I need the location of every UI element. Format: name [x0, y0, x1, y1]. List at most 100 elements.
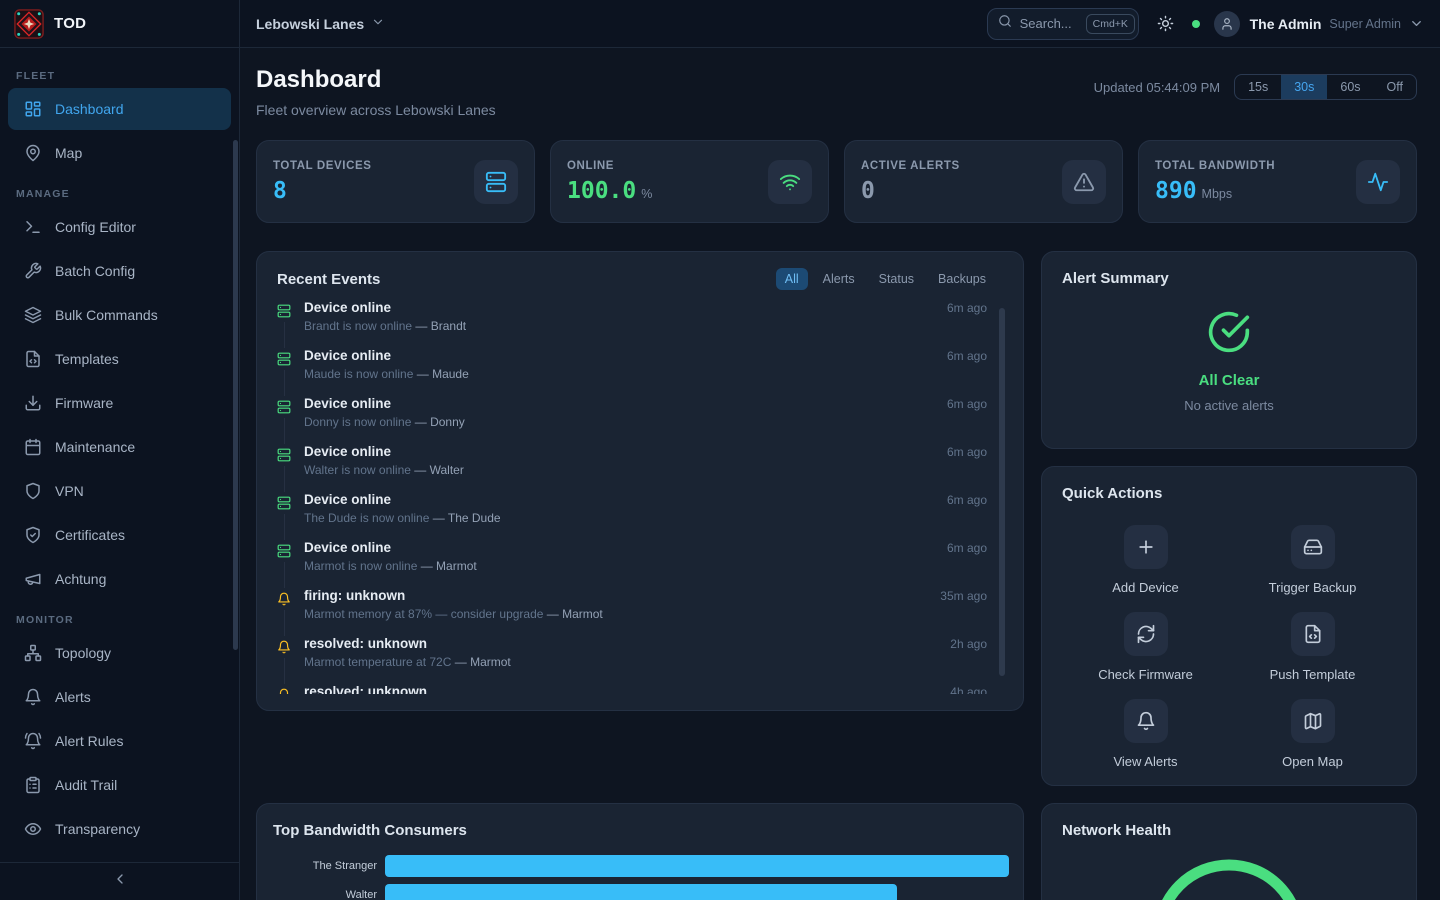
page-title: Dashboard [256, 66, 496, 94]
network-health-value: 100 [1151, 857, 1307, 900]
sidebar-item-label: Transparency [55, 821, 140, 837]
dashboard-icon [24, 100, 42, 118]
sidebar-item-label: Achtung [55, 571, 106, 587]
event-row: Device online 6m ago Brandt is now online … [277, 300, 987, 348]
event-filter-tabs: All Alerts Status Backups [776, 268, 995, 290]
event-description: Brandt is now online — Brandt [304, 319, 987, 333]
sidebar-item-topology[interactable]: Topology [8, 632, 231, 674]
activity-icon [1356, 160, 1400, 204]
sidebar-item-alert-rules[interactable]: Alert Rules [8, 720, 231, 762]
event-title: Device online [304, 540, 391, 555]
stat-label: ACTIVE ALERTS [861, 160, 1062, 172]
stat-value: 100.0 [567, 178, 636, 204]
quick-action-add-device: Add Device [1062, 525, 1229, 595]
event-tab-all[interactable]: All [776, 268, 808, 290]
check-firmware-button[interactable] [1124, 612, 1168, 656]
network-health-gauge: 100 [1151, 857, 1307, 900]
sidebar-item-bulk-commands[interactable]: Bulk Commands [8, 294, 231, 336]
updated-timestamp: Updated 05:44:09 PM [1094, 80, 1220, 95]
search-box[interactable]: Cmd+K [987, 8, 1139, 40]
download-icon [24, 394, 42, 412]
interval-button-15s[interactable]: 15s [1235, 75, 1281, 99]
avatar[interactable] [1214, 11, 1240, 37]
event-tab-alerts[interactable]: Alerts [814, 268, 864, 290]
events-scrollbar[interactable] [999, 308, 1005, 676]
open-map-button[interactable] [1291, 699, 1335, 743]
event-title: Device online [304, 300, 391, 315]
stat-label: ONLINE [567, 160, 768, 172]
sidebar-item-audit-trail[interactable]: Audit Trail [8, 764, 231, 806]
sidebar-item-label: Topology [55, 645, 111, 661]
interval-button-60s[interactable]: 60s [1327, 75, 1373, 99]
quick-actions-card: Quick Actions Add DeviceTrigger BackupCh… [1041, 466, 1417, 786]
event-time: 6m ago [947, 301, 987, 315]
event-title: resolved: unknown [304, 684, 427, 694]
sidebar-item-label: Bulk Commands [55, 307, 158, 323]
bandwidth-device-label: Walter [273, 889, 385, 900]
org-switcher[interactable]: Lebowski Lanes [256, 15, 385, 32]
map-icon [1303, 711, 1323, 731]
sidebar-item-map[interactable]: Map [8, 132, 231, 174]
theme-toggle-button[interactable] [1157, 15, 1174, 32]
event-time: 6m ago [947, 349, 987, 363]
sidebar: TOD FLEETDashboardMapMANAGEConfig Editor… [0, 0, 240, 900]
bell-icon [24, 688, 42, 706]
search-icon [998, 14, 1012, 33]
sidebar-scrollbar[interactable] [233, 140, 238, 650]
add-device-button[interactable] [1124, 525, 1168, 569]
server-icon [277, 396, 291, 418]
sidebar-header: TOD [0, 0, 239, 48]
event-tab-backups[interactable]: Backups [929, 268, 995, 290]
sidebar-item-maintenance[interactable]: Maintenance [8, 426, 231, 468]
trigger-backup-button[interactable] [1291, 525, 1335, 569]
stat-value: 8 [273, 178, 287, 204]
stat-value: 0 [861, 178, 875, 204]
sidebar-item-batch-config[interactable]: Batch Config [8, 250, 231, 292]
sidebar-item-config-editor[interactable]: Config Editor [8, 206, 231, 248]
sidebar-item-label: Dashboard [55, 101, 124, 117]
app-root: TOD FLEETDashboardMapMANAGEConfig Editor… [0, 0, 1440, 900]
dashboard-content: Dashboard Fleet overview across Lebowski… [240, 48, 1440, 900]
recent-events-card: Recent Events AllAlertsStatusBackups Dev… [256, 251, 1024, 711]
sidebar-item-dashboard[interactable]: Dashboard [8, 88, 231, 130]
event-time: 6m ago [947, 541, 987, 555]
brand-name: TOD [54, 15, 86, 32]
sidebar-collapse-button[interactable] [0, 862, 239, 900]
event-description: Marmot is now online — Marmot [304, 559, 987, 573]
quick-action-push-template: Push Template [1229, 612, 1396, 682]
shortcut-badge: Cmd+K [1086, 14, 1135, 34]
event-tab-status[interactable]: Status [870, 268, 923, 290]
chevron-down-icon [371, 15, 385, 32]
interval-button-30s[interactable]: 30s [1281, 75, 1327, 99]
alert-status-text: All Clear [1199, 372, 1260, 389]
event-title: firing: unknown [304, 588, 405, 603]
event-row: Device online6m agoDonny is now online —… [277, 396, 987, 444]
sidebar-item-label: Alerts [55, 689, 91, 705]
event-row: resolved: unknown2h agoMarmot temperatur… [277, 636, 987, 684]
view-alerts-button[interactable] [1124, 699, 1168, 743]
quick-action-label: Push Template [1270, 667, 1356, 682]
stat-suffix: % [641, 187, 652, 201]
interval-button-off[interactable]: Off [1374, 75, 1416, 99]
push-template-button[interactable] [1291, 612, 1335, 656]
main-area: Lebowski Lanes Cmd+K The Admin Super Adm… [240, 0, 1440, 900]
stat-card-total-bandwidth: TOTAL BANDWIDTH890Mbps [1138, 140, 1417, 223]
sidebar-item-label: Map [55, 145, 82, 161]
page-subtitle: Fleet overview across Lebowski Lanes [256, 102, 496, 118]
sidebar-item-transparency[interactable]: Transparency [8, 808, 231, 850]
sidebar-item-certificates[interactable]: Certificates [8, 514, 231, 556]
topbar-right: Cmd+K The Admin Super Admin [987, 8, 1424, 40]
sidebar-item-templates[interactable]: Templates [8, 338, 231, 380]
sidebar-item-vpn[interactable]: VPN [8, 470, 231, 512]
user-name: The Admin [1250, 16, 1322, 32]
left-column: Recent Events AllAlertsStatusBackups Dev… [256, 251, 1024, 900]
event-time: 6m ago [947, 445, 987, 459]
event-description: Marmot temperature at 72C — Marmot [304, 655, 987, 669]
search-input[interactable] [1020, 16, 1078, 31]
user-menu-chevron-icon[interactable] [1409, 16, 1424, 31]
sidebar-item-firmware[interactable]: Firmware [8, 382, 231, 424]
bell-icon [277, 684, 291, 694]
sidebar-item-alerts[interactable]: Alerts [8, 676, 231, 718]
sidebar-item-achtung[interactable]: Achtung [8, 558, 231, 600]
bell-icon [277, 636, 291, 658]
